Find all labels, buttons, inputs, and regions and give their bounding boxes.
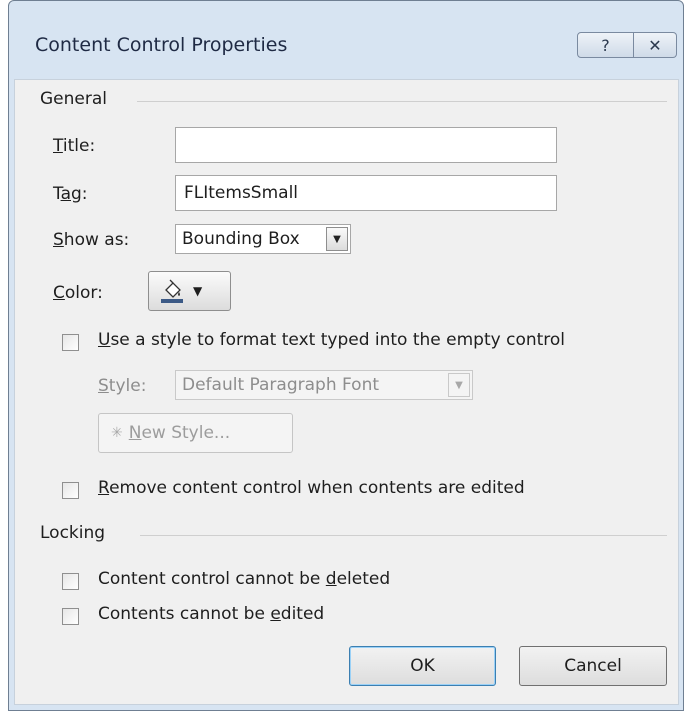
close-button[interactable]: ✕	[634, 32, 677, 58]
new-style-icon: ✳	[111, 425, 123, 441]
title-bar-buttons: ? ✕	[577, 32, 677, 58]
show-as-value: Bounding Box	[182, 229, 300, 249]
title-bar[interactable]: Content Control Properties ? ✕	[9, 1, 683, 79]
style-label: Style:	[98, 376, 147, 396]
cancel-button-label: Cancel	[564, 656, 622, 676]
ok-button[interactable]: OK	[349, 646, 496, 686]
use-style-checkbox[interactable]	[62, 334, 79, 351]
chevron-down-icon: ▼	[448, 373, 470, 397]
cancel-button[interactable]: Cancel	[519, 646, 667, 686]
title-input[interactable]	[175, 127, 557, 163]
ok-button-label: OK	[410, 656, 435, 676]
general-group-divider	[137, 101, 667, 102]
close-icon: ✕	[648, 35, 662, 55]
cannot-delete-label: Content control cannot be deleted	[98, 569, 391, 589]
remove-on-edit-checkbox[interactable]	[62, 482, 79, 499]
chevron-down-icon: ▼	[326, 227, 348, 251]
cannot-edit-checkbox[interactable]	[62, 608, 79, 625]
dialog-body: General Title: Tag: FLItemsSmall Show as…	[14, 79, 679, 705]
tag-input-value: FLItemsSmall	[184, 183, 299, 203]
cannot-edit-label: Contents cannot be edited	[98, 604, 325, 624]
new-style-label: New Style...	[128, 423, 231, 443]
cannot-delete-checkbox[interactable]	[62, 573, 79, 590]
tag-input[interactable]: FLItemsSmall	[175, 175, 557, 211]
use-style-label: Use a style to format text typed into th…	[98, 330, 566, 350]
style-value: Default Paragraph Font	[182, 375, 380, 395]
new-style-button[interactable]: ✳ New Style...	[98, 413, 293, 453]
show-as-dropdown[interactable]: Bounding Box ▼	[175, 224, 351, 254]
color-dropdown-arrow-icon: ▼	[193, 284, 203, 298]
content-control-properties-dialog: Content Control Properties ? ✕ General T…	[8, 0, 684, 711]
help-button[interactable]: ?	[577, 32, 634, 58]
remove-on-edit-label: Remove content control when contents are…	[98, 478, 525, 498]
help-icon: ?	[601, 35, 610, 55]
color-label: Color:	[53, 283, 103, 303]
style-dropdown[interactable]: Default Paragraph Font ▼	[175, 370, 473, 400]
paint-bucket-icon	[161, 279, 183, 303]
general-group-label: General	[40, 89, 107, 109]
locking-group-label: Locking	[40, 523, 106, 543]
show-as-label: Show as:	[53, 230, 130, 250]
color-picker-button[interactable]: ▼	[148, 271, 231, 311]
title-label: Title:	[53, 136, 96, 156]
locking-group-divider	[140, 535, 667, 536]
tag-label: Tag:	[53, 184, 88, 204]
dialog-title: Content Control Properties	[35, 34, 288, 56]
